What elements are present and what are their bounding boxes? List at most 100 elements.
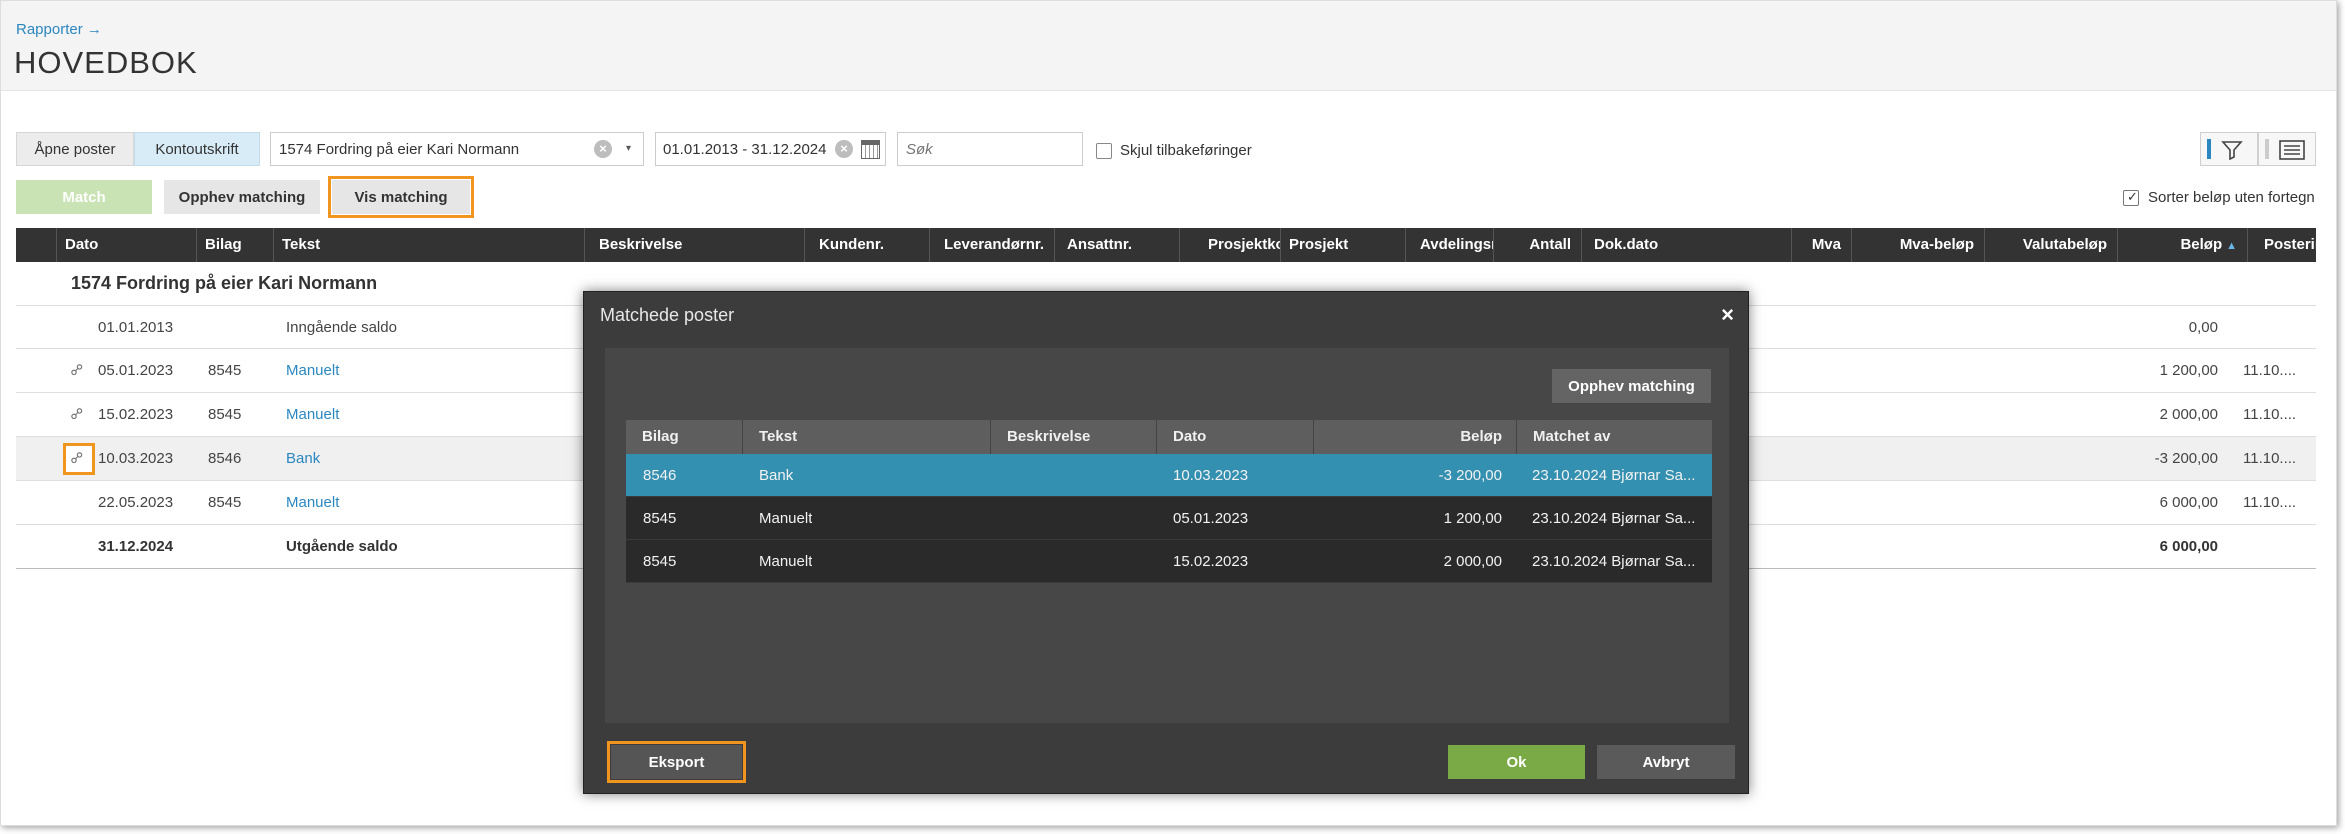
mcol-tekst[interactable]: Tekst: [742, 420, 990, 454]
col-beskrivelse[interactable]: Beskrivelse: [584, 228, 804, 262]
mcell-dato: 10.03.2023: [1173, 467, 1249, 484]
col-mva[interactable]: Mva: [1791, 228, 1851, 262]
clear-account-icon[interactable]: ×: [594, 140, 612, 158]
mcol-dato[interactable]: Dato: [1156, 420, 1313, 454]
date-range-value: 01.01.2013 - 31.12.2024: [663, 140, 827, 158]
col-dato[interactable]: Dato: [56, 228, 196, 262]
breadcrumb[interactable]: Rapporter →: [16, 21, 102, 38]
col-tekst[interactable]: Tekst: [273, 228, 584, 262]
mcell-belop: 2 000,00: [1443, 553, 1502, 570]
mcell-matchet-av: 23.10.2024 Bjørnar Sa...: [1532, 467, 1696, 484]
col-dokdato[interactable]: Dok.dato: [1581, 228, 1791, 262]
columns-button[interactable]: [2258, 132, 2316, 166]
matched-row[interactable]: 8545 Manuelt 05.01.2023 1 200,00 23.10.2…: [626, 497, 1712, 540]
col-kundenr[interactable]: Kundenr.: [804, 228, 929, 262]
mcol-matchet-av[interactable]: Matchet av: [1516, 420, 1712, 454]
cell-bilag: 8545: [208, 362, 242, 379]
cell-tekst-link[interactable]: Manuelt: [286, 481, 339, 525]
filter-icon: [2221, 141, 2243, 160]
account-select[interactable]: 1574 Fordring på eier Kari Normann × ▾: [270, 132, 644, 166]
col-icon: [16, 228, 56, 262]
cell-bilag: 8546: [208, 450, 242, 467]
col-avdeling[interactable]: Avdelingsnr.: [1405, 228, 1493, 262]
match-button[interactable]: Match: [16, 180, 152, 214]
hide-reversals-label: Skjul tilbakeføringer: [1120, 142, 1252, 159]
hide-reversals-checkbox[interactable]: [1096, 143, 1112, 159]
mcell-bilag: 8546: [643, 467, 677, 484]
col-mva-belop[interactable]: Mva-beløp: [1851, 228, 1984, 262]
cell-dato: 01.01.2013: [98, 319, 174, 336]
export-button[interactable]: Eksport: [607, 741, 746, 783]
clear-date-icon[interactable]: ×: [835, 140, 853, 158]
checkmark-icon: ✓: [2127, 189, 2138, 204]
cell-tekst-link[interactable]: Manuelt: [286, 393, 339, 437]
date-range-field[interactable]: 01.01.2013 - 31.12.2024 ×: [655, 132, 886, 166]
cell-bilag: 8545: [208, 494, 242, 511]
cell-belop: 2 000,00: [2159, 406, 2218, 423]
cell-tekst: Inngående saldo: [286, 319, 397, 336]
mcol-bilag[interactable]: Bilag: [626, 420, 742, 454]
account-select-value: 1574 Fordring på eier Kari Normann: [279, 140, 520, 158]
cell-belop: 1 200,00: [2159, 362, 2218, 379]
cell-tekst-link[interactable]: Bank: [286, 437, 320, 481]
col-belop[interactable]: Beløp ▲: [2117, 228, 2247, 262]
cell-dato: 15.02.2023: [98, 406, 174, 423]
cell-dato: 22.05.2023: [98, 494, 174, 511]
link-icon[interactable]: ⚯: [67, 403, 91, 426]
filter-button[interactable]: [2200, 132, 2258, 166]
col-valutabelop[interactable]: Valutabeløp: [1984, 228, 2117, 262]
cell-tekst-link[interactable]: Manuelt: [286, 349, 339, 393]
sort-unsigned-label: Sorter beløp uten fortegn: [2148, 189, 2315, 206]
cell-dato: 10.03.2023: [98, 450, 174, 467]
cell-belop: 6 000,00: [2159, 538, 2218, 555]
cell-belop: -3 200,00: [2154, 450, 2218, 467]
col-prosjekt[interactable]: Prosjekt: [1280, 228, 1405, 262]
show-matching-button[interactable]: Vis matching: [328, 176, 474, 218]
sort-unsigned-checkbox[interactable]: ✓: [2123, 189, 2139, 206]
col-leverandornr[interactable]: Leverandørnr.: [929, 228, 1054, 262]
cancel-button[interactable]: Avbryt: [1597, 745, 1735, 779]
col-bilag[interactable]: Bilag: [196, 228, 273, 262]
ledger-table-header: Dato Bilag Tekst Beskrivelse Kundenr. Le…: [16, 228, 2336, 262]
page-title: HOVEDBOK: [14, 45, 198, 80]
mcell-tekst: Bank: [759, 467, 794, 484]
col-antall[interactable]: Antall: [1493, 228, 1581, 262]
mcell-dato: 15.02.2023: [1173, 553, 1249, 570]
app-window: Rapporter → HOVEDBOK Åpne poster Kontout…: [0, 0, 2337, 826]
mcell-matchet-av: 23.10.2024 Bjørnar Sa...: [1532, 510, 1696, 527]
dialog-title: Matchede poster: [600, 305, 735, 325]
matched-row[interactable]: 8545 Manuelt 15.02.2023 2 000,00 23.10.2…: [626, 540, 1712, 583]
unmatch-button[interactable]: Opphev matching: [164, 180, 320, 214]
link-icon[interactable]: ⚯: [67, 359, 91, 382]
dialog-unmatch-button[interactable]: Opphev matching: [1552, 369, 1711, 403]
cell-dato: 31.12.2024: [98, 538, 174, 555]
page-header: Rapporter → HOVEDBOK: [1, 1, 2336, 91]
col-ansattnr[interactable]: Ansattnr.: [1054, 228, 1179, 262]
ok-button[interactable]: Ok: [1448, 745, 1585, 779]
col-prosjektkode[interactable]: Prosjektkode: [1179, 228, 1280, 262]
mcell-dato: 05.01.2023: [1173, 510, 1249, 527]
mcol-belop[interactable]: Beløp: [1313, 420, 1516, 454]
matched-table-header: Bilag Tekst Beskrivelse Dato Beløp Match…: [626, 420, 1712, 454]
cell-posteringsdato: 11.10....: [2243, 494, 2297, 511]
close-icon[interactable]: ×: [1721, 302, 1734, 328]
cell-tekst: Utgående saldo: [286, 538, 398, 555]
mcell-tekst: Manuelt: [759, 553, 813, 570]
sort-ascending-icon: ▲: [2226, 240, 2237, 252]
mcell-bilag: 8545: [643, 553, 677, 570]
calendar-icon[interactable]: [861, 140, 880, 159]
cell-belop: 6 000,00: [2159, 494, 2218, 511]
open-posts-button[interactable]: Åpne poster: [16, 132, 134, 166]
cell-posteringsdato: 11.10....: [2243, 362, 2297, 379]
cell-dato: 05.01.2023: [98, 362, 174, 379]
message-list-icon: [2279, 140, 2305, 160]
cell-posteringsdato: 11.10....: [2243, 450, 2297, 467]
account-statement-button[interactable]: Kontoutskrift: [134, 132, 260, 166]
mcol-beskrivelse[interactable]: Beskrivelse: [990, 420, 1156, 454]
matched-row-selected[interactable]: 8546 Bank 10.03.2023 -3 200,00 23.10.202…: [626, 454, 1712, 497]
mcell-bilag: 8545: [643, 510, 677, 527]
chevron-down-icon[interactable]: ▾: [626, 143, 631, 154]
col-posteringsdato[interactable]: Posteringsdato: [2247, 228, 2336, 262]
matched-entries-dialog: Matchede poster × Opphev matching Bilag …: [583, 291, 1749, 794]
search-input[interactable]: [897, 132, 1083, 166]
